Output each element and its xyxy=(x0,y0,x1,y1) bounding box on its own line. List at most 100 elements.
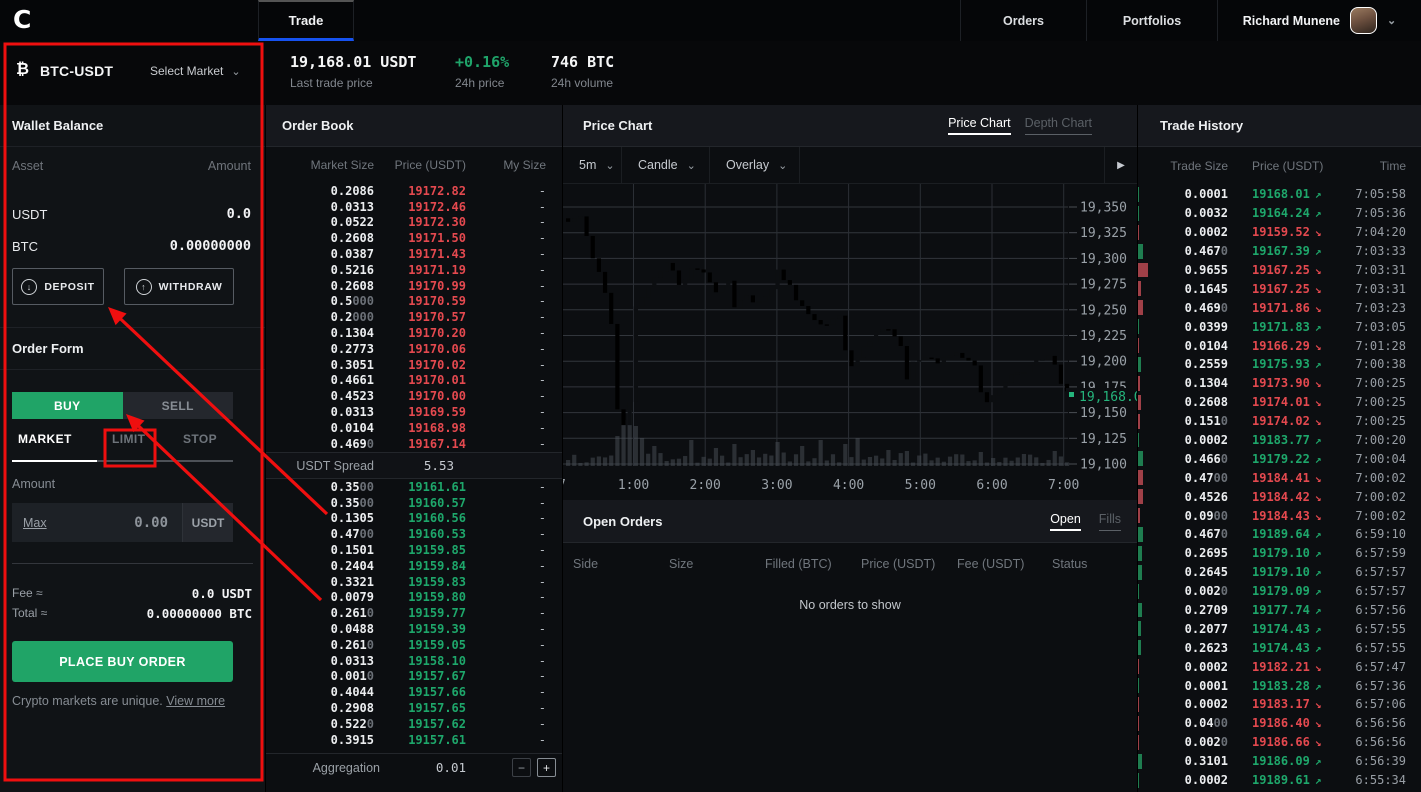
my-size: - xyxy=(466,231,562,245)
market-size: 0.4700 xyxy=(266,527,374,541)
down-arrow-icon: ↘ xyxy=(1315,396,1322,409)
view-more-link[interactable]: View more xyxy=(166,694,225,708)
down-arrow-icon: ↘ xyxy=(1315,283,1322,296)
trade-history-row: 0.470019184.41↘7:00:02 xyxy=(1138,468,1421,487)
trade-time: 7:03:31 xyxy=(1340,282,1421,296)
order-book-bid-row[interactable]: 0.261019159.77- xyxy=(266,605,562,621)
trade-size: 0.0002 xyxy=(1138,660,1228,674)
order-book-ask-row[interactable]: 0.031319172.46- xyxy=(266,199,562,215)
trade-size-bar xyxy=(1138,527,1143,542)
overlay-dropdown[interactable]: Overlay⌄ xyxy=(710,147,800,183)
tab-stop[interactable]: STOP xyxy=(183,432,217,446)
order-book-bid-row[interactable]: 0.007919159.80- xyxy=(266,590,562,606)
tab-fills[interactable]: Fills xyxy=(1099,512,1121,531)
price-chart-title: Price Chart xyxy=(583,118,652,133)
order-book-ask-row[interactable]: 0.305119170.02- xyxy=(266,357,562,373)
market-size: 0.3500 xyxy=(266,480,374,494)
order-book-ask-row[interactable]: 0.277319170.06- xyxy=(266,341,562,357)
candle-dropdown[interactable]: Candle⌄ xyxy=(622,147,710,183)
amount-input[interactable]: Max 0.00 USDT xyxy=(12,503,233,542)
buy-tab[interactable]: BUY xyxy=(12,392,123,419)
order-book-bid-row[interactable]: 0.130519160.56- xyxy=(266,511,562,527)
order-book-bid-row[interactable]: 0.001019157.67- xyxy=(266,669,562,685)
order-book-bid-row[interactable]: 0.350019161.61- xyxy=(266,479,562,495)
chevron-down-icon: ⌄ xyxy=(778,159,787,172)
order-book-ask-row[interactable]: 0.038719171.43- xyxy=(266,246,562,262)
order-book-bid-row[interactable]: 0.470019160.53- xyxy=(266,526,562,542)
order-book-bid-row[interactable]: 0.048819159.39- xyxy=(266,621,562,637)
tab-depth-chart[interactable]: Depth Chart xyxy=(1025,116,1092,135)
order-book-bid-row[interactable]: 0.350019160.57- xyxy=(266,495,562,511)
tab-open[interactable]: Open xyxy=(1050,512,1081,531)
market-size: 0.0522 xyxy=(266,215,374,229)
order-book-ask-row[interactable]: 0.031319169.59- xyxy=(266,404,562,420)
tab-price-chart[interactable]: Price Chart xyxy=(948,116,1011,135)
trade-size-bar xyxy=(1138,451,1143,466)
my-size: - xyxy=(466,358,562,372)
order-book-bid-row[interactable]: 0.290819157.65- xyxy=(266,700,562,716)
order-book-ask-row[interactable]: 0.200019170.57- xyxy=(266,309,562,325)
trade-history-row: 0.000219183.77↗7:00:20 xyxy=(1138,431,1421,450)
max-link[interactable]: Max xyxy=(23,516,47,530)
market-size: 0.2086 xyxy=(266,184,374,198)
order-book-bid-row[interactable]: 0.391519157.61- xyxy=(266,732,562,748)
order-book-bid-row[interactable]: 0.404419157.66- xyxy=(266,684,562,700)
trade-size: 0.4660 xyxy=(1138,452,1228,466)
order-book-ask-row[interactable]: 0.052219172.30- xyxy=(266,215,562,231)
order-book-ask-row[interactable]: 0.500019170.59- xyxy=(266,294,562,310)
price-column: Price (USDT) xyxy=(374,158,466,172)
select-market-button[interactable]: Select Market ⌄ xyxy=(150,64,241,78)
trade-history-row: 0.260819174.01↘7:00:25 xyxy=(1138,393,1421,412)
my-size: - xyxy=(466,294,562,308)
aggregation-decrease-button[interactable]: − xyxy=(512,758,531,777)
order-book-bid-row[interactable]: 0.522019157.62- xyxy=(266,716,562,732)
order-book-bid-row[interactable]: 0.031319158.10- xyxy=(266,653,562,669)
market-size: 0.0387 xyxy=(266,247,374,261)
order-book-ask-row[interactable]: 0.260819170.99- xyxy=(266,278,562,294)
current-price-tag: 19,168.01 xyxy=(1066,388,1137,405)
trade-size-bar xyxy=(1138,584,1139,599)
trade-time: 6:57:57 xyxy=(1340,565,1421,579)
market-size-column: Market Size xyxy=(266,158,374,172)
trade-price: 19167.25↘ xyxy=(1228,263,1340,277)
user-menu[interactable]: Richard Munene ⌄ xyxy=(1217,0,1421,41)
play-button[interactable]: ▶ xyxy=(1104,147,1137,183)
tab-market[interactable]: MARKET xyxy=(18,432,72,446)
trade-size: 0.1510 xyxy=(1138,414,1228,428)
trade-size-bar xyxy=(1138,773,1139,788)
aggregation-increase-button[interactable]: + xyxy=(537,758,556,777)
trade-history-title: Trade History xyxy=(1160,118,1243,133)
asset-amount: 0.0 xyxy=(227,206,251,222)
nav-portfolios[interactable]: Portfolios xyxy=(1086,0,1217,41)
place-buy-order-button[interactable]: PLACE BUY ORDER xyxy=(12,641,233,682)
withdraw-button[interactable]: ↑ WITHDRAW xyxy=(124,268,234,305)
sell-tab[interactable]: SELL xyxy=(123,392,234,419)
trade-size-bar xyxy=(1138,244,1143,259)
coinbase-logo[interactable]: C xyxy=(13,5,31,34)
trade-price: 19167.39↗ xyxy=(1228,244,1340,258)
tab-trade[interactable]: Trade xyxy=(258,0,354,41)
trade-price: 19186.40↘ xyxy=(1228,716,1340,730)
trade-time: 7:04:20 xyxy=(1340,225,1421,239)
market-size: 0.3321 xyxy=(266,575,374,589)
order-book-ask-row[interactable]: 0.208619172.82- xyxy=(266,183,562,199)
order-book-ask-row[interactable]: 0.466119170.01- xyxy=(266,373,562,389)
tab-limit[interactable]: LIMIT xyxy=(112,432,145,446)
price: 19167.14 xyxy=(374,437,466,451)
order-book-ask-row[interactable]: 0.260819171.50- xyxy=(266,230,562,246)
interval-dropdown[interactable]: 5m⌄ xyxy=(563,147,622,183)
order-book-bid-row[interactable]: 0.150119159.85- xyxy=(266,542,562,558)
order-book-ask-row[interactable]: 0.130419170.20- xyxy=(266,325,562,341)
order-book-bid-row[interactable]: 0.261019159.05- xyxy=(266,637,562,653)
market-size: 0.0079 xyxy=(266,590,374,604)
my-size: - xyxy=(466,669,562,683)
order-book-ask-row[interactable]: 0.469019167.14- xyxy=(266,436,562,452)
order-book-bid-row[interactable]: 0.332119159.83- xyxy=(266,574,562,590)
order-book-bid-row[interactable]: 0.240419159.84- xyxy=(266,558,562,574)
order-book-ask-row[interactable]: 0.452319170.00- xyxy=(266,388,562,404)
my-size: - xyxy=(466,638,562,652)
order-book-ask-row[interactable]: 0.521619171.19- xyxy=(266,262,562,278)
nav-orders[interactable]: Orders xyxy=(960,0,1086,41)
order-book-ask-row[interactable]: 0.010419168.98- xyxy=(266,420,562,436)
deposit-button[interactable]: ↓ DEPOSIT xyxy=(12,268,104,305)
